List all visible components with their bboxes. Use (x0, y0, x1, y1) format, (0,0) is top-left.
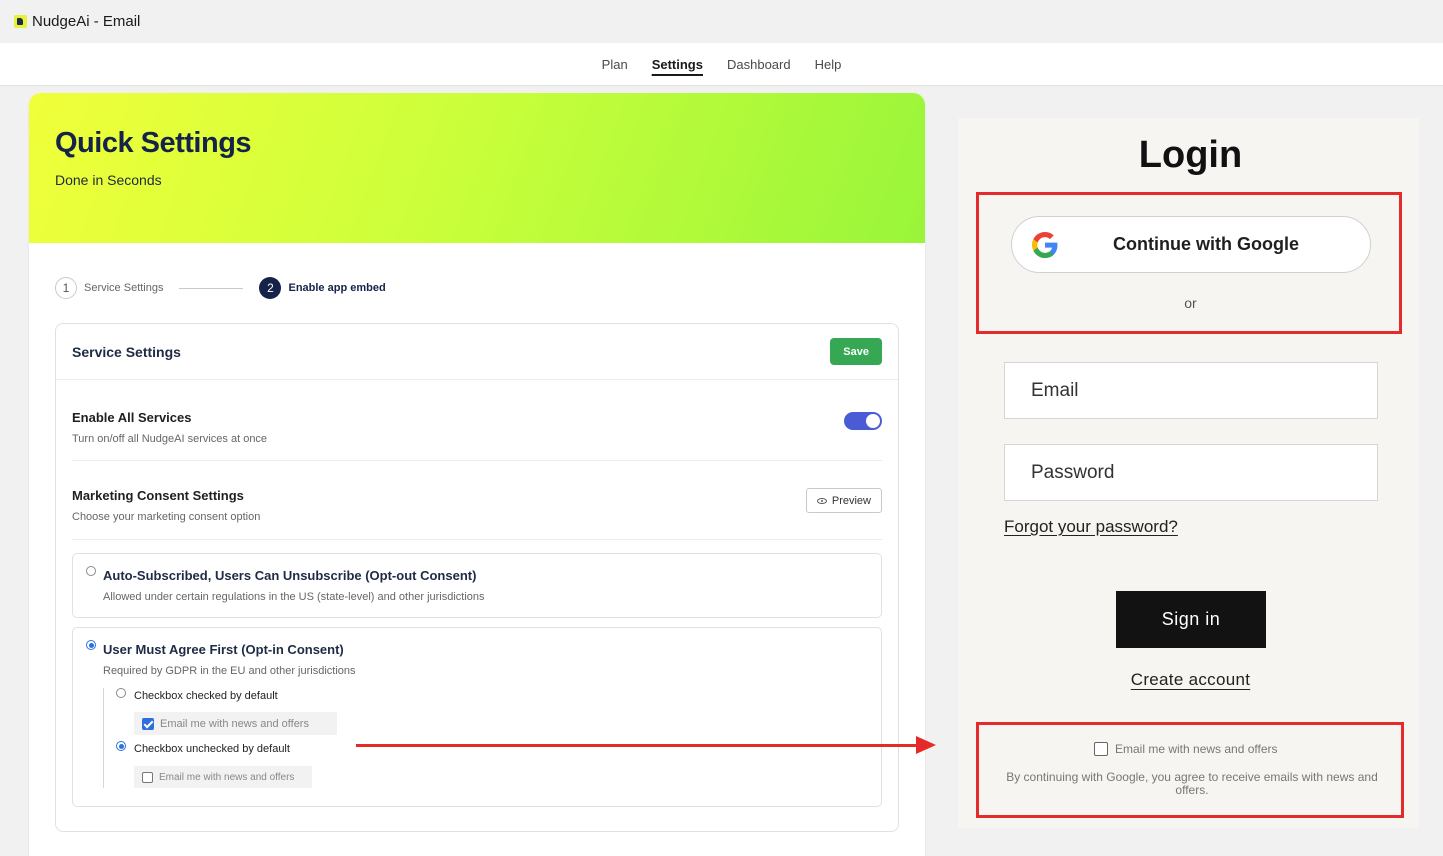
checked-default-radio[interactable] (116, 688, 126, 698)
enable-all-row: Enable All Services Turn on/off all Nudg… (72, 410, 882, 461)
hero-banner: Quick Settings Done in Seconds (29, 93, 925, 243)
unchecked-default-radio[interactable] (116, 741, 126, 751)
opt-out-radio[interactable] (86, 566, 96, 576)
stepper: 1 Service Settings 2 Enable app embed (55, 277, 386, 299)
step-1-label[interactable]: Service Settings (84, 282, 163, 294)
unchecked-default-sample: Email me with news and offers (134, 766, 312, 788)
enable-all-toggle[interactable] (844, 412, 882, 430)
opt-out-title: Auto-Subscribed, Users Can Unsubscribe (… (103, 568, 477, 583)
unchecked-sample-label: Email me with news and offers (159, 771, 295, 783)
page-title: Quick Settings (55, 127, 252, 159)
preview-label: Preview (831, 494, 871, 507)
step-2-number[interactable]: 2 (259, 277, 282, 299)
annotation-arrow-line (356, 744, 918, 747)
email-placeholder: Email (1031, 379, 1079, 401)
opt-out-help: Allowed under certain regulations in the… (103, 591, 485, 603)
eye-icon (816, 497, 827, 504)
login-title: Login (1138, 134, 1243, 176)
save-button[interactable]: Save (830, 338, 882, 365)
preview-button[interactable]: Preview (805, 488, 882, 513)
nav-dashboard[interactable]: Dashboard (727, 57, 791, 72)
panel-header: Service Settings Save (56, 324, 898, 380)
opt-in-radio[interactable] (86, 640, 96, 650)
top-navigation: Plan Settings Dashboard Help (0, 43, 1443, 86)
google-highlight-box (976, 192, 1402, 334)
marketing-consent-label: Marketing Consent Settings (72, 488, 244, 503)
opt-out-option[interactable]: Auto-Subscribed, Users Can Unsubscribe (… (72, 553, 882, 618)
title-bar: NudgeAi - Email (0, 0, 1443, 43)
quick-settings-card: Quick Settings Done in Seconds 1 Service… (29, 93, 925, 856)
step-connector (179, 287, 244, 289)
create-account-link[interactable]: Create account (958, 670, 1423, 690)
opt-in-title: User Must Agree First (Opt-in Consent) (103, 642, 344, 657)
nav-plan[interactable]: Plan (602, 57, 628, 72)
nav-help[interactable]: Help (815, 57, 842, 72)
marketing-consent-help: Choose your marketing consent option (72, 511, 261, 523)
sample-checkbox-checked (142, 717, 154, 730)
panel-title: Service Settings (72, 343, 181, 360)
sub-options-divider (103, 688, 104, 788)
password-placeholder: Password (1031, 461, 1115, 483)
nav-settings[interactable]: Settings (652, 57, 703, 72)
page-subtitle: Done in Seconds (55, 172, 162, 188)
opt-in-help: Required by GDPR in the EU and other jur… (103, 665, 356, 677)
enable-all-help: Turn on/off all NudgeAI services at once (72, 433, 268, 445)
password-field[interactable]: Password (1004, 444, 1378, 501)
enable-all-label: Enable All Services (72, 410, 192, 425)
unchecked-default-label: Checkbox unchecked by default (134, 743, 290, 755)
step-1-number[interactable]: 1 (55, 277, 77, 299)
opt-in-option[interactable]: User Must Agree First (Opt-in Consent) R… (72, 627, 882, 807)
sample-checkbox-unchecked (142, 771, 153, 783)
app-logo-icon (14, 15, 27, 28)
app-title: NudgeAi - Email (32, 13, 141, 30)
annotation-arrow-head-icon (916, 736, 936, 754)
forgot-password-link[interactable]: Forgot your password? (1004, 517, 1178, 537)
email-field[interactable]: Email (1004, 362, 1378, 419)
sign-in-button[interactable]: Sign in (1116, 591, 1266, 648)
checked-default-sample: Email me with news and offers (134, 712, 337, 735)
consent-highlight-box (976, 722, 1404, 818)
step-2-label[interactable]: Enable app embed (288, 282, 385, 294)
checked-default-label: Checkbox checked by default (134, 690, 278, 702)
marketing-consent-row: Marketing Consent Settings Choose your m… (72, 488, 882, 540)
service-settings-panel: Service Settings Save Enable All Service… (55, 323, 899, 832)
checked-sample-label: Email me with news and offers (160, 717, 309, 730)
